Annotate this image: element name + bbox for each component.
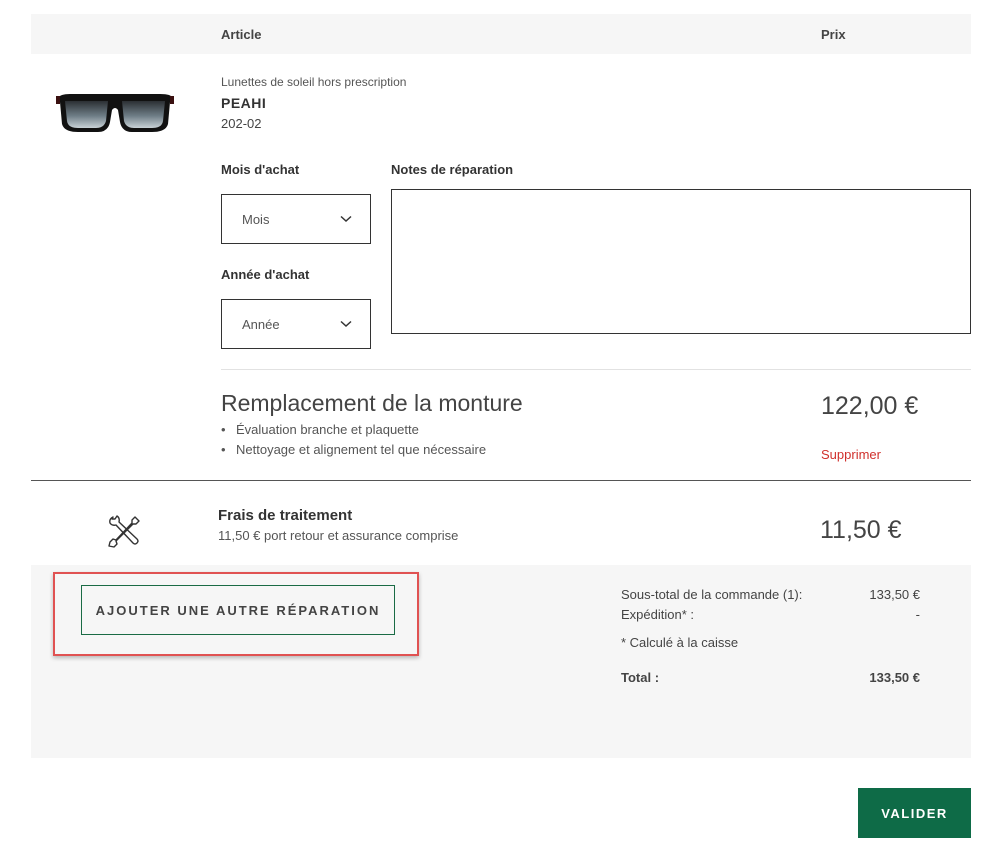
shipping-value: - <box>915 607 920 622</box>
service-bullets: Évaluation branche et plaquette Nettoyag… <box>221 420 486 460</box>
repair-notes-textarea[interactable] <box>391 189 971 334</box>
purchase-year-label: Année d'achat <box>221 267 310 282</box>
total-label: Total : <box>621 670 660 685</box>
purchase-month-label: Mois d'achat <box>221 162 300 177</box>
repair-notes-label: Notes de réparation <box>391 162 514 177</box>
validate-button[interactable]: VALIDER <box>858 788 971 838</box>
product-name: PEAHI <box>221 95 267 111</box>
shipping-label: Expédition* : <box>621 607 694 622</box>
service-price: 122,00 € <box>821 392 919 420</box>
column-article-header: Article <box>221 27 262 42</box>
remove-link[interactable]: Supprimer <box>821 447 881 462</box>
product-category: Lunettes de soleil hors prescription <box>221 75 407 89</box>
purchase-month-value: Mois <box>242 211 270 227</box>
tools-icon <box>108 515 140 548</box>
product-code: 202-02 <box>221 116 262 131</box>
total-value: 133,50 € <box>869 670 920 685</box>
purchase-year-select[interactable]: Année <box>221 299 371 349</box>
subtotal-value: 133,50 € <box>869 587 920 602</box>
processing-fee-title: Frais de traitement <box>218 507 353 524</box>
service-bullet: Nettoyage et alignement tel que nécessai… <box>221 440 486 460</box>
service-bullet: Évaluation branche et plaquette <box>221 420 486 440</box>
divider <box>31 480 971 481</box>
column-price-header: Prix <box>821 27 846 42</box>
purchase-month-select[interactable]: Mois <box>221 194 371 244</box>
service-title: Remplacement de la monture <box>221 390 523 416</box>
processing-fee-description: 11,50 € port retour et assurance compris… <box>218 528 459 543</box>
sunglasses-image <box>56 94 174 132</box>
chevron-down-icon <box>340 215 352 223</box>
subtotal-label: Sous-total de la commande (1): <box>621 587 803 602</box>
processing-fee-price: 11,50 € <box>820 516 902 544</box>
divider <box>221 369 971 370</box>
purchase-year-value: Année <box>242 316 280 332</box>
chevron-down-icon <box>340 320 352 328</box>
shipping-note: * Calculé à la caisse <box>621 635 739 650</box>
add-repair-button[interactable]: AJOUTER UNE AUTRE RÉPARATION <box>81 585 395 635</box>
